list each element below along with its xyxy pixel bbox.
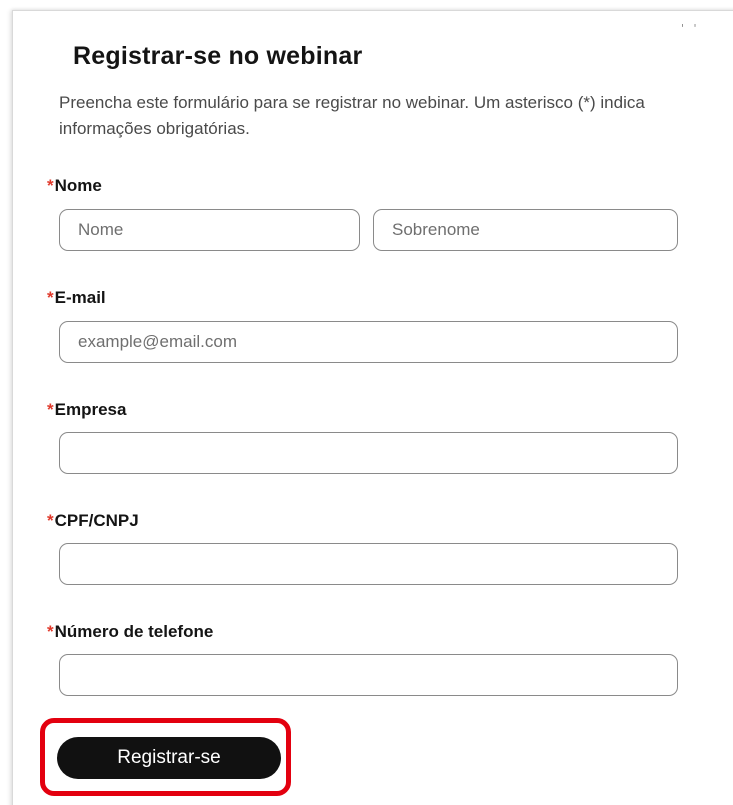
required-asterisk: * [47,400,54,419]
email-input[interactable] [59,321,678,363]
email-label: *E-mail [47,288,106,308]
required-asterisk: * [47,176,54,195]
tax-id-label: *CPF/CNPJ [47,511,139,531]
name-label: *Nome [47,176,102,196]
tax-id-label-text: CPF/CNPJ [54,511,139,530]
last-name-input[interactable] [373,209,678,251]
dialog-title: Registrar-se no webinar [73,42,363,70]
page: ' ' Registrar-se no webinar Preencha est… [0,0,733,805]
required-asterisk: * [47,288,54,307]
register-button[interactable]: Registrar-se [57,737,281,779]
required-asterisk: * [47,622,54,641]
close-icon[interactable]: ' ' [681,22,700,35]
name-label-text: Nome [54,176,102,195]
company-label: *Empresa [47,400,126,420]
dialog-description: Preencha este formulário para se registr… [59,93,645,138]
company-input[interactable] [59,432,678,474]
required-asterisk: * [47,511,54,530]
company-label-text: Empresa [54,400,127,419]
phone-label: *Número de telefone [47,622,213,642]
tax-id-input[interactable] [59,543,678,585]
first-name-input[interactable] [59,209,360,251]
email-label-text: E-mail [54,288,106,307]
phone-label-text: Número de telefone [54,622,214,641]
phone-input[interactable] [59,654,678,696]
